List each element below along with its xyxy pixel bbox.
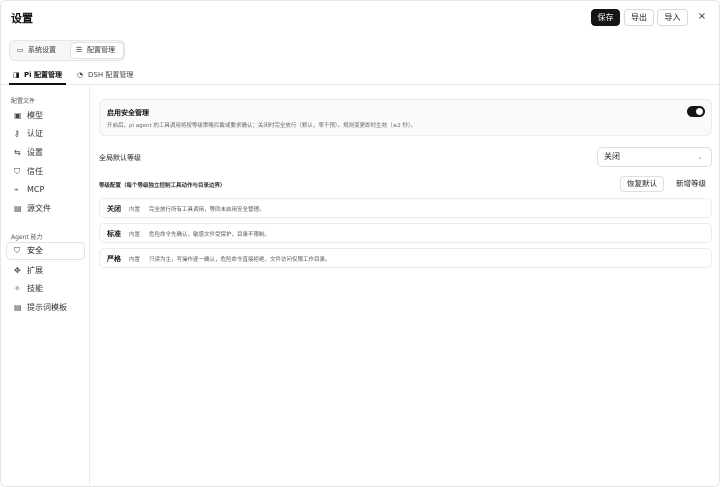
safety-title: 启用安全管理: [107, 109, 149, 117]
export-button[interactable]: 导出: [624, 9, 654, 26]
sidebar-item-model[interactable]: ▣ 模型: [7, 108, 84, 124]
sidebar-item-label: 技能: [27, 284, 43, 293]
sidebar-item-label: 安全: [27, 246, 43, 255]
default-level-label: 全局默认等级: [99, 154, 141, 162]
add-level-button[interactable]: 新增等级: [670, 176, 712, 192]
sidebar-item-settings[interactable]: ⇆ 设置: [7, 145, 84, 161]
sidebar-item-extensions[interactable]: ✥ 扩展: [7, 263, 84, 279]
level-description: 只读为主，写操作逐一确认，危险命令直接拒绝，文件访问仅限工作目录。: [149, 257, 331, 263]
sub-tab-bar: ◨ Pi 配置管理 ◔ DSH 配置管理: [1, 65, 719, 85]
level-name: 标准: [107, 230, 121, 238]
header: 设置 保存 导出 导入 ×: [1, 1, 719, 35]
tab-label: 系统设置: [28, 46, 56, 54]
page-title: 设置: [11, 12, 33, 25]
active-tab-indicator: [9, 83, 66, 85]
settings-window: 设置 保存 导出 导入 × ▭ 系统设置 ☰ 配置管理 ◨ Pi 配置管理 ◔ DSH …: [0, 0, 720, 487]
sidebar-item-label: 设置: [27, 148, 43, 157]
sparkle-icon: ✧: [14, 284, 21, 293]
sidebar-item-mcp[interactable]: ⌁ MCP: [7, 182, 84, 198]
sidebar-item-trust[interactable]: ⛉ 信任: [7, 164, 84, 180]
sidebar-item-label: 扩展: [27, 266, 43, 275]
import-button[interactable]: 导入: [657, 9, 688, 26]
dsh-icon: ◔: [77, 71, 84, 79]
sidebar-item-label: 认证: [27, 129, 43, 138]
sidebar: 配置文件 ▣ 模型 ⚷ 认证 ⇆ 设置 ⛉ 信任 ⌁ MCP ▤ 源文件 Agent 能力 …: [1, 86, 90, 486]
key-icon: ⚷: [14, 129, 20, 138]
shield-icon: ⛉: [14, 246, 20, 255]
sidebar-item-security[interactable]: ⛉ 安全: [7, 243, 84, 259]
builtin-badge: 内置: [129, 232, 141, 238]
tab-config-management[interactable]: ☰ 配置管理: [71, 43, 123, 58]
level-name: 关闭: [107, 205, 121, 213]
chevron-down-icon: ⌄: [697, 153, 703, 161]
level-row-standard[interactable]: 标准 内置 危险命令先确认，敏感文件受保护，目录不限制。: [99, 223, 712, 243]
toggles-icon: ⇆: [14, 148, 21, 157]
safety-card: 启用安全管理 开启后，pi agent 的工具调用将按等级策略拦截或要求确认；关…: [99, 99, 712, 136]
sidebar-item-label: MCP: [27, 185, 45, 194]
level-description: 完全放行所有工具调用，等同未启用安全管理。: [149, 207, 265, 213]
level-row-strict[interactable]: 严格 内置 只读为主，写操作逐一确认，危险命令直接拒绝，文件访问仅限工作目录。: [99, 248, 712, 268]
close-icon[interactable]: ×: [694, 9, 710, 25]
default-level-select[interactable]: 关闭 ⌄: [597, 147, 712, 167]
default-level-value: 关闭: [604, 152, 620, 161]
tab-label: Pi 配置管理: [24, 71, 62, 79]
sidebar-item-prompt-templates[interactable]: ▤ 提示词模板: [7, 300, 84, 316]
sidebar-section-config-files: 配置文件: [11, 98, 36, 105]
shield-check-icon: ⛉: [14, 167, 20, 176]
sidebar-item-label: 提示词模板: [27, 303, 67, 312]
tab-system-settings[interactable]: ▭ 系统设置: [12, 43, 70, 58]
toggle-knob: [696, 108, 703, 115]
sidebar-item-label: 源文件: [27, 204, 51, 213]
sidebar-item-source-files[interactable]: ▤ 源文件: [7, 201, 84, 217]
restore-default-button[interactable]: 恢复默认: [620, 176, 664, 192]
top-tab-group: ▭ 系统设置 ☰ 配置管理: [9, 40, 125, 61]
safety-description: 开启后，pi agent 的工具调用将按等级策略拦截或要求确认；关闭时完全放行（…: [107, 123, 417, 129]
puzzle-icon: ✥: [14, 266, 21, 275]
level-row-off[interactable]: 关闭 内置 完全放行所有工具调用，等同未启用安全管理。: [99, 198, 712, 218]
sidebar-item-label: 模型: [27, 111, 43, 120]
file-icon: ▤: [14, 204, 22, 213]
tab-pi-config[interactable]: ◨ Pi 配置管理: [13, 69, 62, 81]
level-description: 危险命令先确认，敏感文件受保护，目录不限制。: [149, 232, 271, 238]
sliders-icon: ☰: [76, 46, 83, 54]
level-name: 严格: [107, 255, 121, 263]
builtin-badge: 内置: [129, 257, 141, 263]
pi-icon: ◨: [13, 71, 20, 79]
model-icon: ▣: [14, 111, 22, 120]
save-button[interactable]: 保存: [591, 9, 620, 26]
levels-section-label: 等级配置（每个等级独立控制工具动作与目录边界）: [99, 183, 226, 189]
tab-dsh-config[interactable]: ◔ DSH 配置管理: [77, 69, 133, 81]
safety-toggle[interactable]: [687, 106, 705, 117]
builtin-badge: 内置: [129, 207, 141, 213]
tab-label: DSH 配置管理: [88, 71, 134, 79]
tab-label: 配置管理: [87, 46, 115, 54]
sidebar-section-agent: Agent 能力: [11, 234, 43, 241]
document-icon: ▤: [14, 303, 22, 312]
sidebar-item-auth[interactable]: ⚷ 认证: [7, 126, 84, 142]
sidebar-item-label: 信任: [27, 167, 43, 176]
sidebar-item-skills[interactable]: ✧ 技能: [7, 281, 84, 297]
monitor-icon: ▭: [17, 46, 24, 54]
plug-icon: ⌁: [14, 185, 19, 194]
